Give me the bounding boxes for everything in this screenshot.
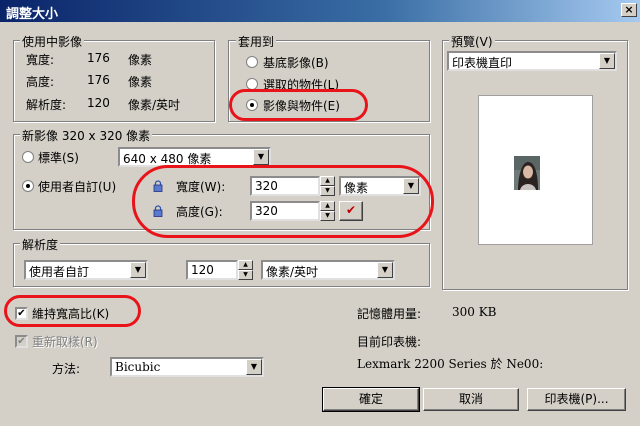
link-toggle-button[interactable]: ✔ [339,201,363,221]
printer-value: Lexmark 2200 Series 於 Ne00: [357,357,544,371]
new-image-legend: 新影像 320 x 320 像素 [20,127,153,144]
title-bar: 調整大小 × [0,0,640,22]
current-height-unit: 像素 [128,75,153,89]
memory-value: 300 KB [452,305,497,319]
current-resolution-label: 解析度: [26,98,67,112]
chevron-down-icon[interactable]: ▼ [253,149,269,165]
radio-standard-label[interactable]: 標準(S) [38,149,79,166]
chevron-down-icon[interactable]: ▼ [377,262,393,278]
preview-orientation-select[interactable]: 印表機直印 ▼ [447,51,617,71]
resolution-input-value: 120 [191,263,214,277]
lock-icon [153,180,163,192]
radio-base-image-label[interactable]: 基底影像(B) [263,54,329,71]
preview-legend: 預覽(V) [449,33,495,50]
width-input-value: 320 [255,179,278,193]
height-spinner[interactable]: ▲ ▼ [320,201,335,221]
resample-label: 重新取樣(R) [32,335,98,349]
resolution-unit-select[interactable]: 像素/英吋 ▼ [261,260,395,280]
cancel-button[interactable]: 取消 [423,388,519,411]
current-resolution-unit: 像素/英吋 [128,98,181,112]
close-icon: × [624,3,634,16]
radio-custom[interactable] [22,180,34,192]
radio-custom-label[interactable]: 使用者自訂(U) [38,178,116,195]
resolution-preset-select[interactable]: 使用者自訂 ▼ [24,260,148,280]
current-height-label: 高度: [26,75,55,89]
standard-size-value: 640 x 480 像素 [123,152,212,166]
printer-button[interactable]: 印表機(P)... [527,388,626,411]
preview-orientation-value: 印表機直印 [452,56,513,70]
checkmark-icon: ✔ [345,203,357,217]
radio-selected-objects-label[interactable]: 選取的物件(L) [263,76,339,93]
keep-aspect-label[interactable]: 維持寬高比(K) [32,305,109,322]
method-select[interactable]: Bicubic ▼ [110,357,264,377]
window-title: 調整大小 [6,7,59,22]
spin-down-icon[interactable]: ▼ [238,270,253,280]
chevron-down-icon[interactable]: ▼ [130,262,146,278]
radio-base-image[interactable] [246,56,258,68]
checkmark-icon: ✔ [17,308,26,319]
spin-down-icon[interactable]: ▼ [320,186,335,196]
width-unit-select[interactable]: 像素 ▼ [339,176,421,196]
radio-selected-objects[interactable] [246,78,258,90]
resolution-legend: 解析度 [20,236,61,253]
checkmark-icon: ✔ [17,336,26,347]
ok-button[interactable]: 確定 [322,387,420,412]
radio-image-and-objects-label[interactable]: 影像與物件(E) [263,97,340,114]
resolution-unit-value: 像素/英吋 [266,265,319,279]
apply-to-legend: 套用到 [236,33,277,50]
width-label: 寬度(W): [176,180,226,194]
radio-image-and-objects[interactable] [246,99,258,111]
close-button[interactable]: × [621,3,637,17]
spin-up-icon[interactable]: ▲ [238,260,253,270]
current-resolution-value: 120 [87,96,110,110]
width-unit-value: 像素 [344,181,369,195]
resolution-spinner[interactable]: ▲ ▼ [238,260,253,280]
height-input[interactable]: 320 [250,201,320,221]
resolution-preset-value: 使用者自訂 [29,265,90,279]
chevron-down-icon[interactable]: ▼ [246,359,262,375]
width-input[interactable]: 320 [250,176,320,196]
keep-aspect-checkbox[interactable]: ✔ [15,307,28,320]
chevron-down-icon[interactable]: ▼ [599,53,615,69]
memory-label: 記憶體用量: [357,307,422,321]
current-width-label: 寬度: [26,53,55,67]
width-spinner[interactable]: ▲ ▼ [320,176,335,196]
radio-standard[interactable] [22,151,34,163]
spin-up-icon[interactable]: ▲ [320,201,335,211]
current-width-value: 176 [87,51,110,65]
standard-size-select[interactable]: 640 x 480 像素 ▼ [118,147,271,167]
current-height-value: 176 [87,73,110,87]
current-width-unit: 像素 [128,53,153,67]
spin-down-icon[interactable]: ▼ [320,211,335,221]
spin-up-icon[interactable]: ▲ [320,176,335,186]
chevron-down-icon[interactable]: ▼ [403,178,419,194]
current-image-legend: 使用中影像 [20,33,85,50]
thumbnail-image [514,156,540,190]
resolution-input[interactable]: 120 [186,260,238,280]
printer-label: 目前印表機: [357,335,422,349]
preview-page [478,95,593,245]
height-input-value: 320 [255,204,278,218]
method-label: 方法: [52,362,81,376]
method-value: Bicubic [115,360,161,374]
resample-checkbox[interactable]: ✔ [15,335,28,348]
height-label: 高度(G): [176,205,223,219]
lock-icon [153,205,163,217]
